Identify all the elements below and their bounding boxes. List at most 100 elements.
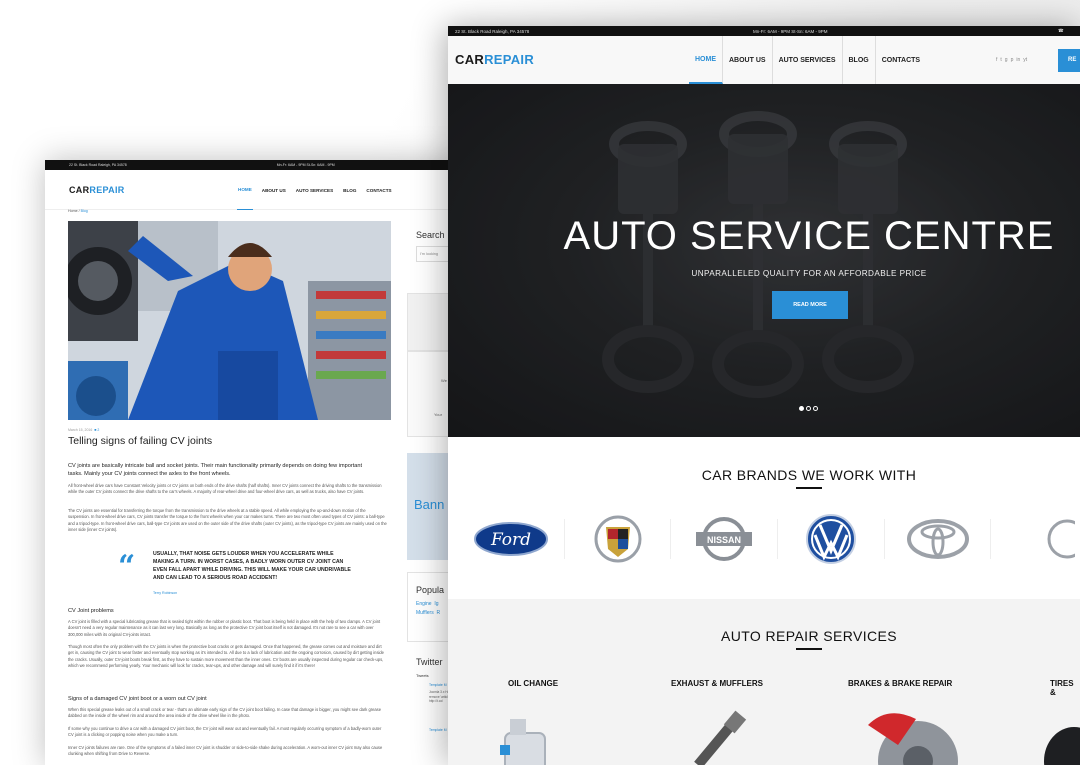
breadcrumb: Home / Blog [68,209,88,213]
brand-volkswagen[interactable] [778,514,885,564]
brake-disc-icon [868,713,958,765]
blog-topbar: 22 St. Black Road Raleigh, PA 34578 Mn-F… [45,160,465,170]
toyota-logo-icon [906,519,969,559]
service-brakes[interactable]: BRAKES & BRAKE REPAIR [848,679,952,688]
sidebar-widget-text-a: We [441,378,447,383]
ford-logo-text: Ford [490,530,531,550]
post-heading-signs: Signs of a damaged CV joint boot or a wo… [68,696,207,702]
post-heading-cv-problems: CV Joint problems [68,608,114,614]
post-paragraph-1: All front-wheel drive cars have Constant… [68,483,382,495]
post-comment-count[interactable]: 2 [97,428,99,432]
home-page-screenshot: 22 St. Black Road Raleigh, PA 34578 Mn-F… [448,26,1080,765]
youtube-icon[interactable]: yt [1023,57,1027,63]
post-paragraph-2: The CV joints are essential for transfer… [68,508,387,533]
blog-nav-blog[interactable]: BLOG [342,170,357,210]
blog-page-screenshot: 22 St. Black Road Raleigh, PA 34578 Mn-F… [45,160,465,765]
home-header: CARREPAIR HOME ABOUT US AUTO SERVICES BL… [448,36,1080,84]
breadcrumb-home[interactable]: Home [68,209,78,213]
post-paragraph-6: If some why you continue to drive a car … [68,726,382,738]
blog-logo[interactable]: CARREPAIR [69,185,125,195]
post-paragraph-3: A CV joint is filled with a special lubr… [68,619,381,637]
sidebar-popular-tags: Engine Ig Mufflers R [416,600,440,618]
blog-nav-services[interactable]: AUTO SERVICES [295,170,334,210]
sidebar-tweets-label: Tweets [416,673,429,678]
home-logo[interactable]: CARREPAIR [455,52,534,67]
blog-nav-about[interactable]: ABOUT US [261,170,287,210]
facebook-icon[interactable]: f [996,57,997,63]
blog-nav-contacts[interactable]: CONTACTS [365,170,392,210]
brand-ford[interactable]: Ford [458,519,565,559]
engine-pistons-art [448,84,1080,437]
exhaust-pipe-icon [694,710,747,765]
nav-about-us[interactable]: ABOUT US [723,36,773,84]
post-paragraph-4: Though most often the only problem with … [68,644,384,669]
blog-topbar-hours: Mn-Fr: 6AM - 9PM St-Sn: 6AM - 9PM [276,163,335,167]
google-icon[interactable]: g [1005,57,1008,63]
nav-blog[interactable]: BLOG [843,36,876,84]
nav-home[interactable]: HOME [689,36,723,84]
header-cta-button[interactable]: RE [1058,49,1080,72]
brand-toyota[interactable] [885,519,992,559]
post-title[interactable]: Telling signs of failing CV joints [68,435,212,447]
home-nav: HOME ABOUT US AUTO SERVICES BLOG CONTACT… [689,36,926,84]
volkswagen-logo-icon [805,514,856,564]
brands-section-title: CAR BRANDS WE WORK WITH [701,467,917,483]
quote-author: Terry Robinson [153,591,178,595]
tire-icon [1044,727,1080,765]
nav-auto-services[interactable]: AUTO SERVICES [773,36,843,84]
cadillac-logo-icon [594,515,642,563]
logo-car: CAR [69,184,90,195]
social-icons: f t g p in yt [996,57,1027,63]
twitter-icon[interactable]: t [1000,57,1001,63]
nav-contacts[interactable]: CONTACTS [876,36,926,84]
service-tires[interactable]: TIRES & [1050,679,1080,697]
hero-title: AUTO SERVICE CENTRE [563,214,1055,258]
nissan-logo-icon: NISSAN [696,517,753,561]
service-images [500,710,1080,765]
brand-nissan[interactable]: NISSAN [671,517,779,561]
service-exhaust-mufflers[interactable]: EXHAUST & MUFFLERS [671,679,763,688]
post-meta: March 15, 2016 ■ 2 [68,428,99,432]
pinterest-icon[interactable]: p [1011,57,1014,63]
services-title-underline [796,648,822,650]
hero-slider: AUTO SERVICE CENTRE UNPARALLELED QUALITY… [448,84,1080,437]
oil-bottle-icon [500,719,546,765]
nissan-logo-text: NISSAN [707,535,741,545]
brand-cadillac[interactable] [565,515,672,563]
logo-car: CAR [455,52,485,67]
tag-4[interactable]: R [436,610,440,616]
blog-nav-home[interactable]: HOME [237,170,253,210]
tweet-author[interactable]: Template M [429,683,447,687]
slider-dot-2[interactable] [806,406,811,411]
slider-dot-1[interactable] [799,406,804,411]
brand-partial[interactable] [991,519,1080,559]
service-oil-change[interactable]: OIL CHANGE [508,679,558,688]
logo-repair: REPAIR [89,184,125,195]
phone-icon: ☎ [1058,28,1064,33]
quote-icon: “ [118,549,136,584]
tag-engine[interactable]: Engine [416,601,432,607]
hero-read-more-button[interactable]: READ MORE [772,291,848,319]
home-topbar: 22 St. Black Road Raleigh, PA 34578 Mn-F… [448,26,1080,36]
tweet-author-2[interactable]: Template M [429,728,447,732]
linkedin-icon[interactable]: in [1016,57,1020,63]
blog-topbar-address: 22 St. Black Road Raleigh, PA 34578 [69,163,127,167]
brands-title-underline [796,487,822,489]
ford-logo-icon: Ford [473,522,548,556]
home-topbar-hours: Mn-Fr: 6AM - 9PM St-Sn: 6AM - 9PM [753,28,828,34]
brand-logos-row: Ford NISSAN [458,512,1080,566]
post-date: March 15, 2016 [68,428,93,432]
tag-2[interactable]: Ig [434,601,438,607]
mechanic-photo-art [68,221,391,420]
slider-dots [799,406,818,411]
post-paragraph-7: Inner CV joints failures are rare. One o… [68,745,383,757]
slider-dot-3[interactable] [813,406,818,411]
post-image-mechanic [68,221,391,420]
home-topbar-address: 22 St. Black Road Raleigh, PA 34578 [455,28,530,34]
sidebar-twitter-title: Twitter [416,657,443,667]
brand-partial-logo-icon [1047,519,1075,559]
post-paragraph-5: When this special grease leaks out of a … [68,707,381,719]
breadcrumb-current: Blog [80,209,88,213]
tag-mufflers[interactable]: Mufflers [416,610,434,616]
sidebar-search-title: Search [416,230,445,240]
